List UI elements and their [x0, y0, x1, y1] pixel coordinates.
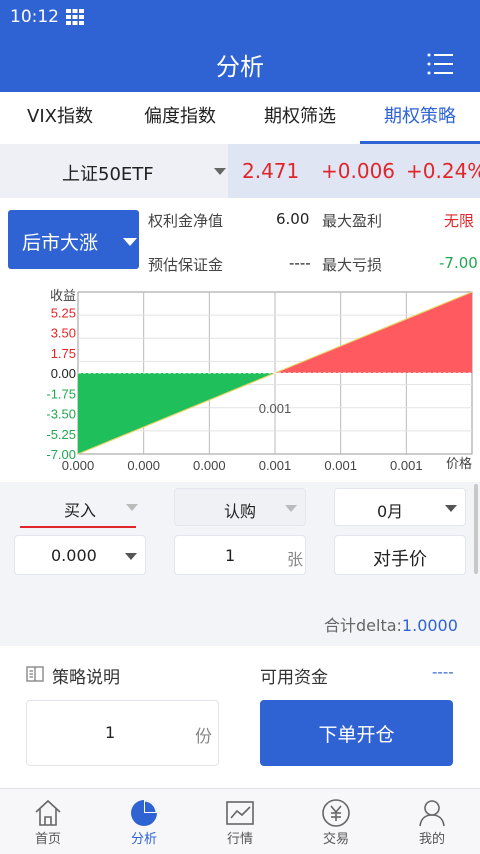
chevron-down-icon: [123, 238, 137, 246]
strategy-explain-link[interactable]: 策略说明: [52, 663, 120, 688]
submit-order-button[interactable]: 下单开仓: [260, 700, 453, 766]
strategy-selector-label: 后市大涨: [22, 232, 99, 254]
quantity-input[interactable]: 1 张: [174, 535, 306, 575]
max-profit-label: 最大盈利: [322, 212, 383, 230]
scrollbar[interactable]: [474, 484, 478, 574]
y-tick-label: -5.25: [46, 427, 76, 442]
y-tick-label: -3.50: [46, 407, 76, 422]
option-type-select[interactable]: 认购: [174, 488, 306, 526]
month-select[interactable]: 0月: [334, 488, 466, 526]
nav-home-label: 首页: [34, 832, 61, 847]
nav-analysis[interactable]: 分析: [96, 789, 192, 854]
status-bar: 10:12: [0, 0, 480, 34]
yuan-coin-icon: [322, 799, 350, 827]
quote-row: 上证50ETF 2.471 +0.006 +0.24%: [0, 144, 480, 198]
y-tick-label: -1.75: [46, 386, 76, 401]
nav-trade[interactable]: 交易: [288, 789, 384, 854]
tab-bar: VIX指数 偏度指数 期权筛选 期权策略: [0, 92, 480, 144]
total-delta-label: 合计delta:: [324, 616, 402, 635]
bottom-nav: 首页 分析 行情 交易 我的: [0, 788, 480, 854]
total-delta: 合计delta:1.0000: [324, 612, 458, 636]
x-tick-label: 0.001: [259, 458, 292, 473]
copies-input[interactable]: 1 份: [26, 700, 219, 766]
line-chart-icon: [226, 801, 254, 825]
price-change-percent: +0.24%: [406, 159, 480, 183]
max-profit-value: 无限: [444, 212, 475, 230]
nav-market-label: 行情: [226, 832, 253, 847]
submit-order-label: 下单开仓: [318, 724, 395, 746]
tab-strategy[interactable]: 期权策略: [360, 92, 480, 144]
counter-price-button[interactable]: 对手价: [334, 535, 466, 575]
chevron-down-icon: [285, 505, 297, 512]
x-tick-label: 0.000: [193, 458, 226, 473]
y-tick-label: 5.25: [51, 305, 76, 320]
x-tick-label: 0.001: [324, 458, 357, 473]
max-loss-value: -7.00: [439, 254, 478, 272]
home-icon: [35, 799, 61, 826]
nav-market[interactable]: 行情: [192, 789, 288, 854]
tab-skew[interactable]: 偏度指数: [120, 92, 240, 144]
y-axis-label: 收益: [50, 288, 76, 303]
order-panel: 策略说明 可用资金 ---- 1 份 下单开仓: [0, 646, 480, 788]
nav-home[interactable]: 首页: [0, 789, 96, 854]
breakeven-label: 0.001: [259, 401, 292, 416]
strategy-selector-button[interactable]: 后市大涨: [8, 210, 139, 269]
net-premium-label: 权利金净值: [148, 212, 224, 230]
y-tick-label: 3.50: [51, 326, 76, 341]
x-tick-label: 0.000: [127, 458, 160, 473]
underlying-name: 上证50ETF: [62, 164, 154, 185]
nav-analysis-label: 分析: [130, 832, 157, 847]
chevron-down-icon: [445, 505, 457, 512]
total-delta-value: 1.0000: [401, 616, 458, 635]
counter-price-label: 对手价: [373, 549, 427, 570]
quote-values: 2.471 +0.006 +0.24%: [228, 144, 480, 198]
app-header: 分析: [0, 34, 480, 92]
pie-chart-icon: [131, 800, 157, 826]
book-icon: [26, 666, 44, 682]
payoff-chart: 5.25 3.50 1.75 0.00 -1.75 -3.50 -5.25 -7.00 收益 0.…: [0, 286, 480, 482]
user-icon: [419, 800, 445, 827]
copies-value: 1: [105, 723, 116, 742]
payoff-chart-svg: 5.253.501.750.00-1.75-3.50-5.25-7.00收益0.…: [46, 288, 473, 473]
margin-value: ----: [289, 254, 311, 272]
nav-trade-label: 交易: [322, 832, 349, 847]
margin-label: 预估保证金: [148, 256, 224, 274]
quantity-unit: 张: [287, 550, 304, 569]
tab-vix[interactable]: VIX指数: [0, 92, 120, 144]
direction-underline: [20, 526, 136, 528]
x-tick-label: 0.001: [390, 458, 423, 473]
grid-icon: [66, 9, 84, 25]
y-tick-label: 1.75: [51, 346, 76, 361]
underlying-selector[interactable]: 上证50ETF: [0, 144, 228, 198]
chevron-down-icon: [214, 168, 226, 175]
chevron-down-icon: [125, 553, 137, 560]
chevron-down-icon: [126, 504, 138, 511]
available-funds-value: ----: [432, 663, 454, 681]
menu-icon[interactable]: [427, 53, 453, 75]
page-title: 分析: [216, 53, 264, 81]
direction-select[interactable]: 买入: [14, 488, 146, 528]
tab-screener[interactable]: 期权筛选: [240, 92, 360, 144]
x-axis-label: 价格: [446, 456, 472, 471]
copies-unit: 份: [195, 727, 212, 747]
net-premium-value: 6.00: [276, 210, 310, 228]
max-loss-label: 最大亏损: [322, 256, 383, 274]
nav-mine[interactable]: 我的: [384, 789, 480, 854]
strike-select[interactable]: 0.000: [14, 535, 146, 575]
status-time: 10:12: [10, 7, 59, 27]
strategy-summary: 后市大涨 权利金净值 6.00 最大盈利 无限 预估保证金 ---- 最大亏损 …: [0, 198, 480, 286]
y-tick-label: 0.00: [51, 366, 76, 381]
x-tick-label: 0.000: [62, 458, 95, 473]
last-price: 2.471: [242, 159, 300, 183]
nav-mine-label: 我的: [418, 832, 445, 847]
available-funds-label: 可用资金: [260, 668, 328, 688]
price-change: +0.006: [321, 159, 396, 183]
